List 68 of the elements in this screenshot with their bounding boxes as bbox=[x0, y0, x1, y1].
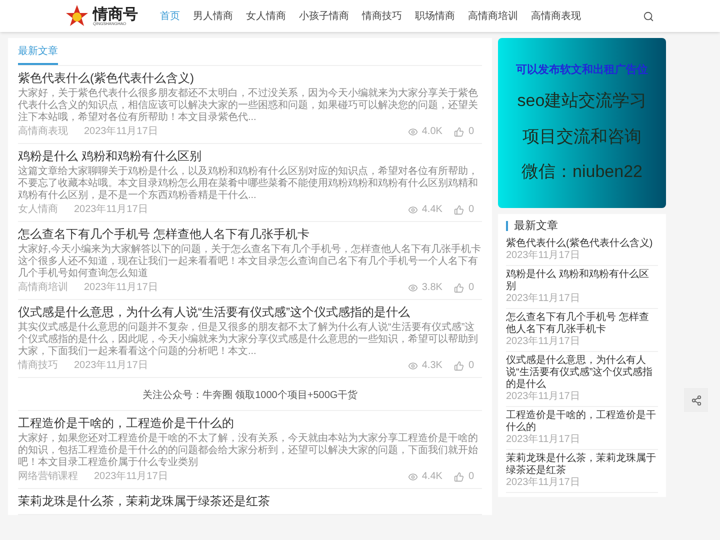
eye-icon bbox=[408, 361, 418, 371]
eye-icon bbox=[408, 472, 418, 482]
recent-article-link[interactable]: 鸡粉是什么 鸡粉和鸡粉有什么区别 bbox=[506, 268, 658, 292]
eye-icon bbox=[408, 205, 418, 215]
article-excerpt: 大家好,今天小编来为大家解答以下的问题，关于怎么查名下有几个手机号，怎样查他人名下有几张手机卡这个很多人还不知道，现在让我们一起来看看吧！本文目录怎么查询自己名下有几个手机号一个人名下有几个手机号如何查询怎么知道 bbox=[18, 244, 482, 280]
recent-article-date: 2023年11月17日 bbox=[506, 292, 581, 304]
ad-text: 微信：niuben22 bbox=[522, 161, 642, 183]
ad-text: 项目交流和咨询 bbox=[522, 126, 642, 148]
eye-icon bbox=[408, 283, 418, 293]
nav-link[interactable]: 小孩子情商 bbox=[299, 8, 349, 24]
recent-article-link[interactable]: 工程造价是干啥的，工程造价是干什么的 bbox=[506, 410, 658, 434]
article-date: 2023年11月17日 bbox=[84, 126, 158, 138]
ad-text: 可以发布软文和出租广告位 bbox=[516, 62, 648, 78]
logo-text[interactable]: 情商号 bbox=[93, 6, 138, 22]
nav-link[interactable]: 高情商表现 bbox=[531, 8, 581, 24]
recent-article-link[interactable]: 仪式感是什么意思，为什么有人说“生活要有仪式感”这个仪式感指的是什么 bbox=[506, 354, 658, 390]
recent-article-date: 2023年11月17日 bbox=[506, 434, 581, 446]
recent-article-link[interactable]: 茉莉龙珠是什么茶，茉莉龙珠属于绿茶还是红茶 bbox=[506, 452, 658, 476]
article-date: 2023年11月17日 bbox=[84, 282, 158, 294]
nav-link[interactable]: 男人情商 bbox=[193, 8, 233, 24]
article-title[interactable]: 茉莉龙珠是什么茶，茉莉龙珠属于绿茶还是红茶 bbox=[18, 494, 482, 509]
like-count: 0 bbox=[468, 360, 474, 372]
recent-article-date: 2023年11月17日 bbox=[506, 250, 581, 262]
like-count: 0 bbox=[468, 471, 474, 483]
thumbs-up-icon bbox=[454, 361, 464, 371]
article-date: 2023年11月17日 bbox=[74, 360, 148, 372]
nav-link[interactable]: 职场情商 bbox=[415, 8, 455, 24]
article-excerpt: 大家好，关于紫色代表什么很多朋友都还不太明白，不过没关系，因为今天小编就来为大家分享关于紫色代表什么含义的知识点，相信应该可以解决大家的一些困惑和问题，如果碰巧可以解决您的问题，还望关注下本站哦，希望对各位有所帮助！本文目录紫色代... bbox=[18, 88, 479, 124]
thumbs-up-icon bbox=[454, 205, 464, 215]
like-count: 0 bbox=[468, 204, 474, 216]
nav-link[interactable]: 情商技巧 bbox=[362, 8, 402, 24]
thumbs-up-icon bbox=[454, 283, 464, 293]
panel-title: 最新文章 bbox=[514, 218, 558, 234]
view-count: 4.4K bbox=[422, 471, 442, 483]
recent-article-date: 2023年11月17日 bbox=[506, 476, 581, 488]
article-excerpt: 大家好，如果您还对工程造价是干啥的不太了解，没有关系，今天就由本站为大家分享工程造价是干啥的的知识，包括工程造价是干什么的的问题都会给大家分析到，还望可以解决大家的问题，下面我们就开始吧！本文目录工程造价属于什么专业类别 bbox=[18, 433, 479, 469]
recent-article-link[interactable]: 怎么查名下有几个手机号 怎样查他人名下有几张手机卡 bbox=[506, 312, 658, 336]
view-count: 4.4K bbox=[422, 204, 442, 216]
nav-link[interactable]: 女人情商 bbox=[246, 8, 286, 24]
title-accent bbox=[506, 221, 508, 232]
article-date: 2023年11月17日 bbox=[94, 471, 168, 483]
article-excerpt: 其实仪式感是什么意思的问题并不复杂，但是又很多的朋友都不太了解为什么有人说“生活要有仪式感”这个仪式感指的是什么，因此呢，今天小编就来为大家分享仪式感是什么意思的一些知识，希望可以帮助到大家，下面我们一起来看看这个问题的分析吧！本文... bbox=[18, 322, 479, 358]
share-icon bbox=[690, 394, 702, 406]
view-count: 4.3K bbox=[422, 360, 442, 372]
promo-text: 关注公众号：牛奔圈 领取1000个项目+500G干货 bbox=[142, 390, 358, 401]
ad-banner[interactable]: 可以发布软文和出租广告位 seo建站交流学习 项目交流和咨询 微信：niuben22 bbox=[498, 38, 666, 208]
nav-link[interactable]: 高情商培训 bbox=[468, 8, 518, 24]
like-count: 0 bbox=[468, 126, 474, 138]
search-icon[interactable] bbox=[643, 10, 654, 22]
article-title[interactable]: 鸡粉是什么 鸡粉和鸡粉有什么区别 bbox=[18, 149, 482, 164]
article-title[interactable]: 仪式感是什么意思，为什么有人说“生活要有仪式感”这个仪式感指的是什么 bbox=[18, 305, 482, 320]
thumbs-up-icon bbox=[454, 472, 464, 482]
article-excerpt: 这篇文章给大家聊聊关于鸡粉是什么，以及鸡粉和鸡粉有什么区别对应的知识点，希望对各位有所帮助，不要忘了收藏本站哦。本文目录鸡粉怎么用在菜肴中哪些菜肴不能使用鸡粉鸡粉和鸡粉有什么区别鸡精和鸡粉有什么区别，是不是一个东西鸡粉香精是干什么... bbox=[18, 166, 479, 202]
article-title[interactable]: 工程造价是干啥的，工程造价是干什么的 bbox=[18, 416, 482, 431]
ad-text: seo建站交流学习 bbox=[517, 90, 647, 112]
view-count: 3.8K bbox=[422, 282, 442, 294]
eye-icon bbox=[408, 127, 418, 137]
recent-article-date: 2023年11月17日 bbox=[506, 390, 581, 402]
article-date: 2023年11月17日 bbox=[74, 204, 148, 216]
recent-article-link[interactable]: 紫色代表什么(紫色代表什么含义) bbox=[506, 238, 658, 250]
like-count: 0 bbox=[468, 282, 474, 294]
star-mascot-icon bbox=[65, 4, 89, 28]
view-count: 4.0K bbox=[422, 126, 442, 138]
article-title[interactable]: 紫色代表什么(紫色代表什么含义) bbox=[18, 71, 482, 86]
article-title[interactable]: 怎么查名下有几个手机号 怎样查他人名下有几张手机卡 bbox=[18, 227, 482, 242]
share-button[interactable] bbox=[684, 388, 708, 412]
thumbs-up-icon bbox=[454, 127, 464, 137]
recent-article-date: 2023年11月17日 bbox=[506, 336, 581, 348]
